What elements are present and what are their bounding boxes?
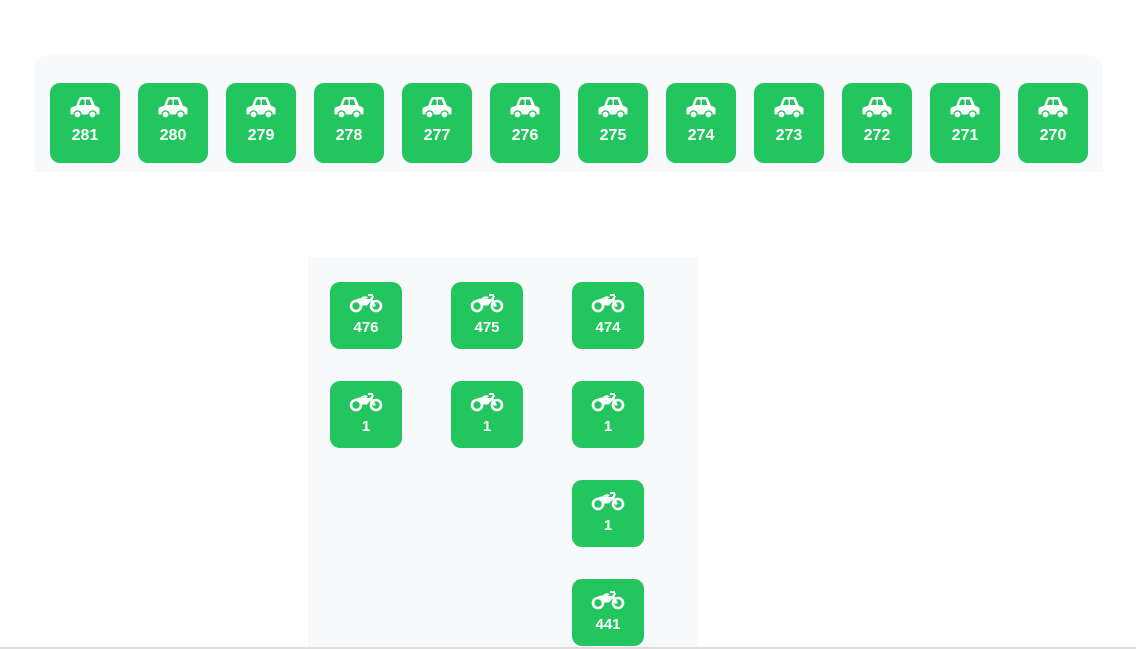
bike-slot[interactable]: 441 [572,579,644,646]
bike-slot[interactable]: 475 [451,282,523,349]
bike-slot[interactable]: 474 [572,282,644,349]
motorcycle-icon [591,588,625,610]
car-slot-number: 276 [511,127,539,144]
bike-slot-number: 474 [595,319,621,336]
car-icon [333,95,365,119]
car-slot-number: 275 [599,127,627,144]
bike-parking-panel: 476 475 474 1 1 1 1 441 [308,257,698,649]
car-slot[interactable]: 274 [666,83,736,163]
motorcycle-icon [591,291,625,313]
motorcycle-icon [349,291,383,313]
bike-slot-number: 475 [474,319,500,336]
car-icon [949,95,981,119]
bike-slot-grid: 476 475 474 1 1 1 1 441 [330,282,644,646]
car-slot[interactable]: 276 [490,83,560,163]
car-icon [597,95,629,119]
car-slot-number: 281 [71,127,99,144]
bike-slot[interactable]: 1 [330,381,402,448]
car-slot-number: 278 [335,127,363,144]
car-slot[interactable]: 277 [402,83,472,163]
bike-slot-number: 1 [603,418,613,435]
bike-slot-number: 441 [595,616,621,633]
bike-slot-number: 1 [482,418,492,435]
motorcycle-icon [591,489,625,511]
car-slot[interactable]: 273 [754,83,824,163]
car-slot-number: 280 [159,127,187,144]
car-slot-number: 279 [247,127,275,144]
car-slot[interactable]: 280 [138,83,208,163]
car-slot-number: 277 [423,127,451,144]
car-icon [421,95,453,119]
car-icon [861,95,893,119]
car-slot[interactable]: 275 [578,83,648,163]
bike-slot[interactable]: 476 [330,282,402,349]
car-slot[interactable]: 281 [50,83,120,163]
car-slot-number: 273 [775,127,803,144]
car-icon [157,95,189,119]
bike-slot-number: 476 [353,319,379,336]
car-slot[interactable]: 279 [226,83,296,163]
bike-slot[interactable]: 1 [451,381,523,448]
car-slot-number: 272 [863,127,891,144]
car-slot-number: 274 [687,127,715,144]
bike-slot-number: 1 [361,418,371,435]
car-slot-number: 270 [1039,127,1067,144]
car-slot-row: 281 280 279 278 277 276 275 274 273 272 … [50,83,1088,163]
car-icon [69,95,101,119]
car-slot[interactable]: 272 [842,83,912,163]
car-icon [773,95,805,119]
car-icon [509,95,541,119]
motorcycle-icon [349,390,383,412]
bike-slot[interactable]: 1 [572,381,644,448]
car-slot[interactable]: 278 [314,83,384,163]
car-slot[interactable]: 270 [1018,83,1088,163]
car-slot[interactable]: 271 [930,83,1000,163]
bike-slot-number: 1 [603,517,613,534]
motorcycle-icon [470,291,504,313]
parking-page: 281 280 279 278 277 276 275 274 273 272 … [0,0,1136,649]
car-slot-number: 271 [951,127,979,144]
car-parking-panel: 281 280 279 278 277 276 275 274 273 272 … [34,55,1103,172]
motorcycle-icon [470,390,504,412]
car-icon [685,95,717,119]
bike-slot[interactable]: 1 [572,480,644,547]
car-icon [1037,95,1069,119]
motorcycle-icon [591,390,625,412]
car-icon [245,95,277,119]
